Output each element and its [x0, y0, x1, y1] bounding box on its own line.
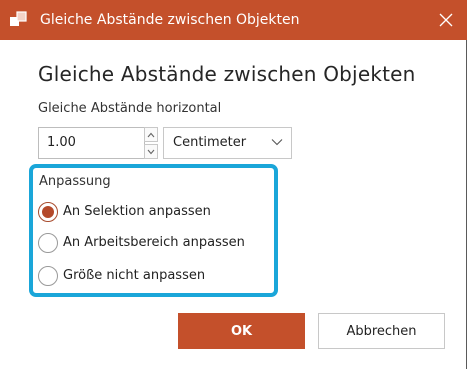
radio-button[interactable] [38, 266, 58, 286]
radio-label: Größe nicht anpassen [63, 268, 206, 283]
stepper-down-button[interactable] [144, 144, 158, 159]
chevron-up-icon [147, 132, 155, 137]
radio-label: An Selektion anpassen [63, 204, 211, 219]
radio-button-checked[interactable] [38, 202, 58, 222]
close-button[interactable] [425, 0, 467, 40]
spacing-stepper [144, 127, 159, 159]
cancel-button[interactable]: Abbrechen [318, 313, 445, 349]
powerpoint-shapes-icon [9, 9, 31, 31]
unit-dropdown[interactable]: Centimeter [163, 127, 292, 159]
spacing-label: Gleiche Abstände horizontal [38, 101, 222, 116]
stepper-up-button[interactable] [144, 127, 158, 142]
close-icon [439, 13, 453, 27]
dialog-heading: Gleiche Abstände zwischen Objekten [38, 62, 416, 86]
window-title: Gleiche Abstände zwischen Objekten [40, 12, 300, 28]
adjust-group-label: Anpassung [39, 174, 111, 189]
unit-selected-value: Centimeter [173, 135, 247, 150]
radio-button[interactable] [38, 233, 58, 253]
chevron-down-icon [147, 149, 155, 154]
spacing-value-input[interactable]: 1.00 [38, 127, 145, 159]
ok-button[interactable]: OK [178, 313, 305, 349]
radio-label: An Arbeitsbereich anpassen [63, 235, 245, 250]
dialog-window: Gleiche Abstände zwischen Objekten Gleic… [0, 0, 467, 369]
title-bar: Gleiche Abstände zwischen Objekten [0, 0, 467, 40]
chevron-down-icon [271, 139, 283, 146]
